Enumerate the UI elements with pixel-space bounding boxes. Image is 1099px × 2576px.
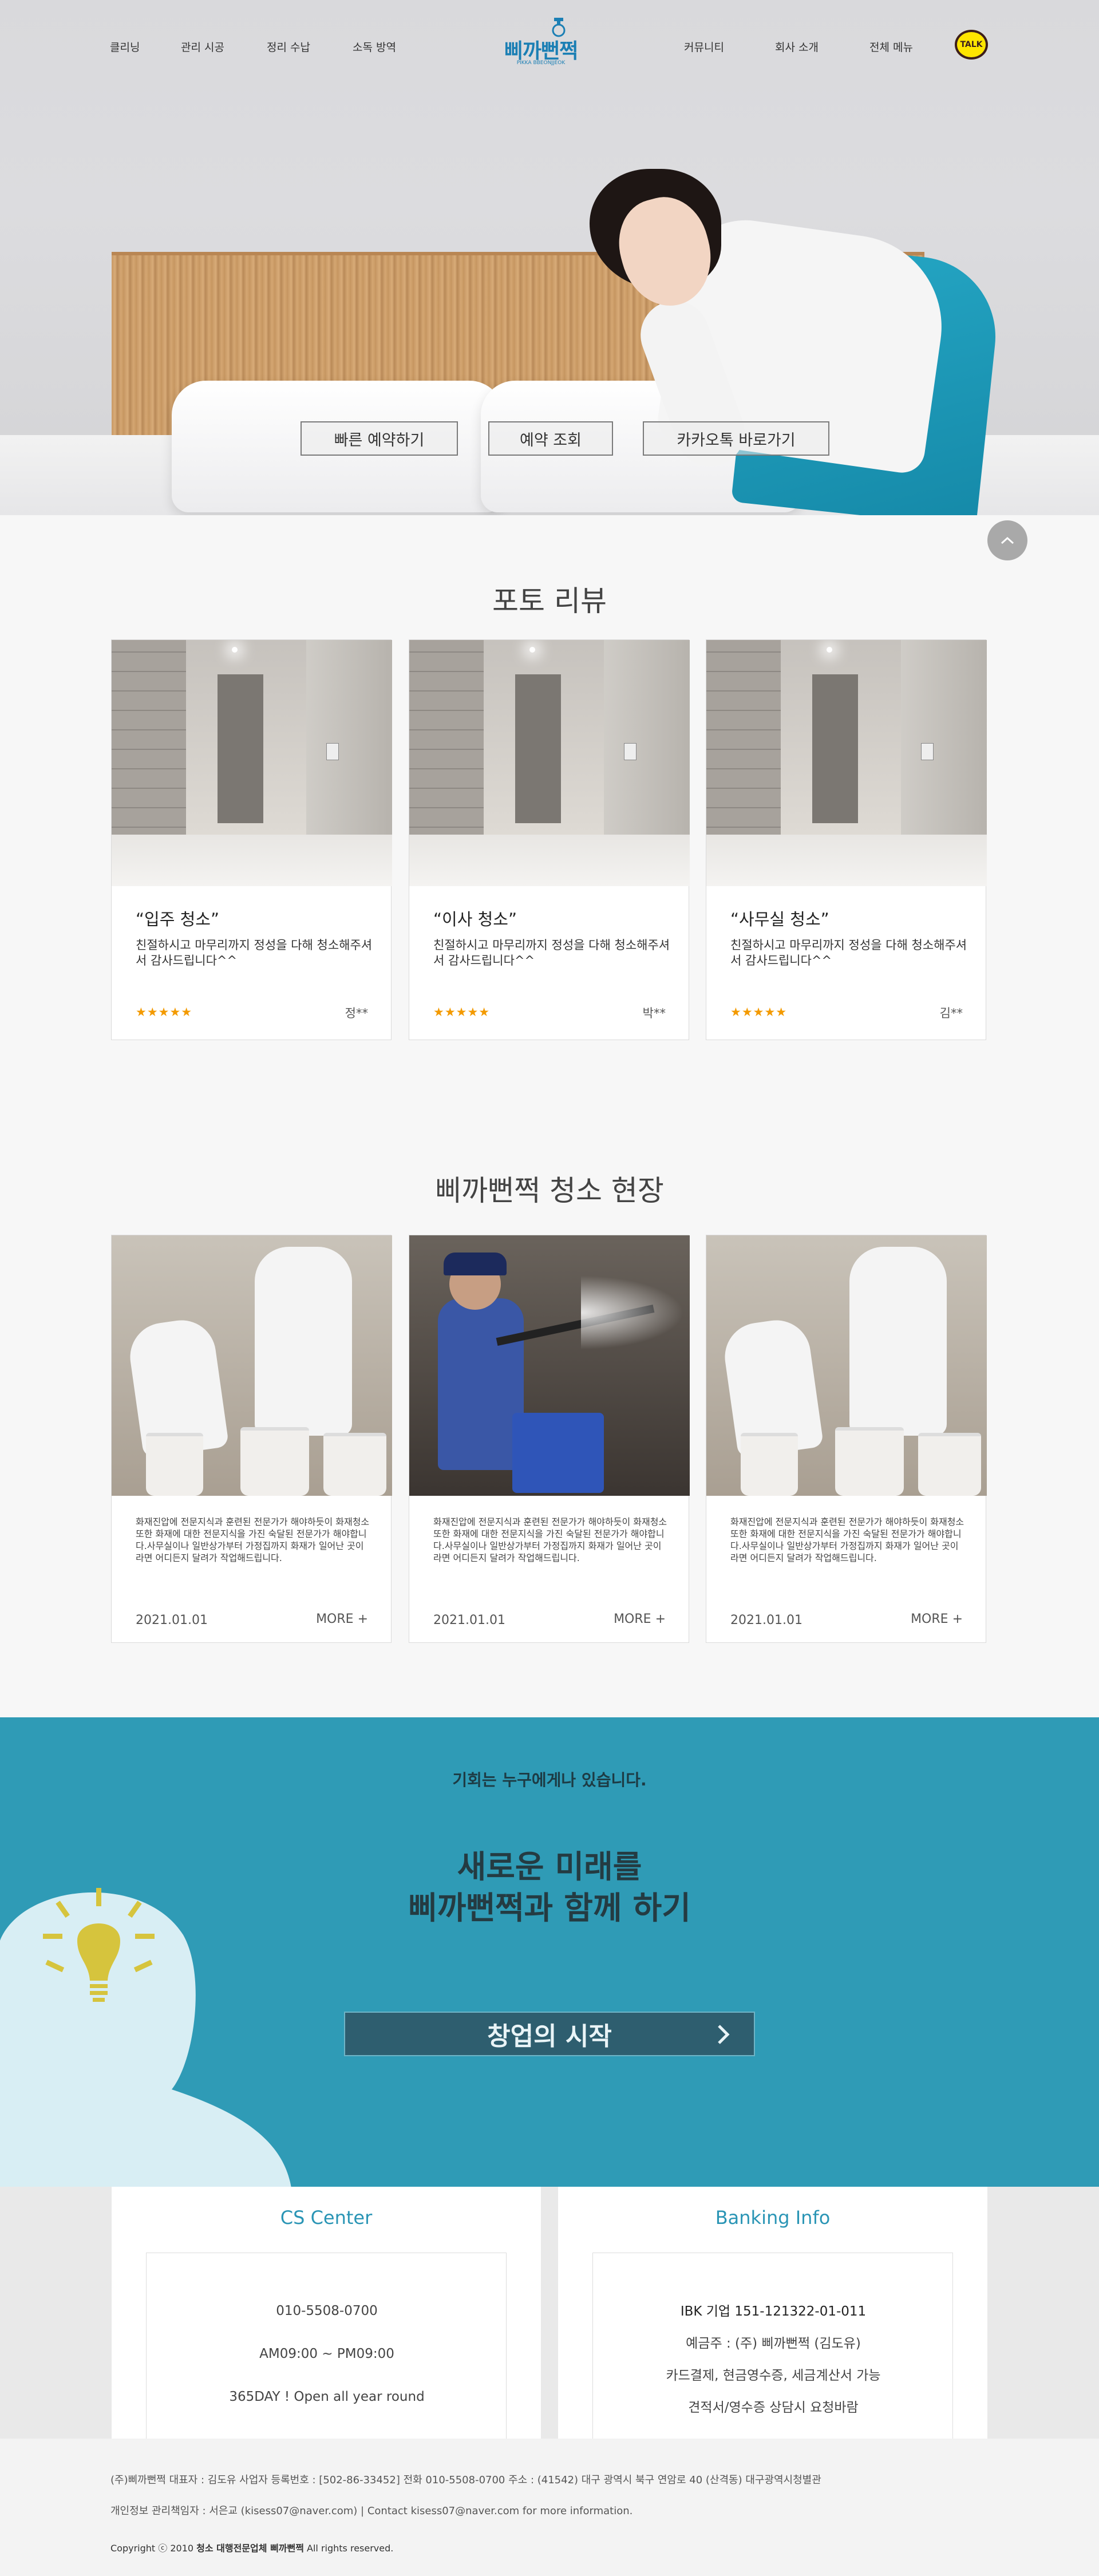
banner-subtitle: 기회는 누구에게나 있습니다.	[452, 1771, 647, 1789]
footer-copyright: Copyright ⓒ 2010 청소 대행전문업체 삐까뻔쩍 All righ…	[110, 2541, 393, 2554]
cs-days: 365DAY ! Open all year round	[229, 2389, 425, 2404]
banking-heading: Banking Info	[715, 2207, 831, 2229]
banner-title: 새로운 미래를 삐까뻔쩍과 함께 하기	[0, 1846, 1099, 1929]
cs-hours: AM09:00 ~ PM09:00	[259, 2346, 394, 2361]
banking-inner: IBK 기업 151-121322-01-011 예금주 : (주) 삐까뻔쩍 …	[592, 2253, 953, 2439]
franchise-banner: 기회는 누구에게나 있습니다. 새로운 미래를 삐까뻔쩍과 함께 하기 창업의 …	[0, 1717, 1099, 2187]
site-card[interactable]: 화재진압에 전문지식과 훈련된 전문가가 해야하듯이 화재청소 또한 화재에 대…	[111, 1235, 392, 1643]
cs-center-box: CS Center 010-5508-0700 AM09:00 ~ PM09:0…	[112, 2187, 541, 2439]
more-label: MORE	[614, 1612, 651, 1626]
copyright-suffix: All rights reserved.	[303, 2543, 394, 2554]
talk-label: TALK	[960, 40, 983, 49]
chevron-right-icon	[718, 2025, 730, 2044]
review-title: “이사 청소”	[433, 910, 517, 929]
more-link[interactable]: MORE +	[316, 1612, 368, 1626]
site-date: 2021.01.01	[433, 1613, 505, 1627]
bank-account: IBK 기업 151-121322-01-011	[680, 2304, 867, 2319]
bank-holder: 예금주 : (주) 삐까뻔쩍 (김도유)	[686, 2336, 861, 2351]
nav-item-about[interactable]: 회사 소개	[775, 39, 819, 54]
star-rating: ★★★★★	[433, 1005, 491, 1019]
nav-item-storage[interactable]: 정리 수납	[267, 39, 310, 54]
site-date: 2021.01.01	[136, 1613, 208, 1627]
more-label: MORE	[911, 1612, 948, 1626]
reviewer-name: 정**	[345, 1006, 368, 1020]
copyright-prefix: Copyright ⓒ 2010	[110, 2543, 197, 2554]
review-room-photo	[112, 640, 392, 886]
site-description: 화재진압에 전문지식과 훈련된 전문가가 해야하듯이 화재청소 또한 화재에 대…	[433, 1516, 667, 1563]
review-text: 친절하시고 마무리까지 정성을 다해 청소해주셔서 감사드립니다^^	[730, 938, 967, 967]
footer-company-info: (주)삐까뻔쩍 대표자 : 김도유 사업자 등록번호 : [502-86-334…	[110, 2474, 821, 2486]
bank-estimate-note: 견적서/영수증 상담시 요청바람	[688, 2400, 859, 2415]
review-title: “입주 청소”	[136, 910, 219, 929]
cs-center-inner: 010-5508-0700 AM09:00 ~ PM09:00 365DAY !…	[146, 2253, 507, 2439]
site-photo-disinfection	[112, 1235, 392, 1496]
photo-review-title: 포토 리뷰	[492, 584, 607, 618]
star-rating: ★★★★★	[136, 1005, 193, 1019]
reviewer-name: 김**	[939, 1006, 963, 1020]
nav-item-management[interactable]: 관리 시공	[181, 39, 224, 54]
nav-item-cleaning[interactable]: 클리닝	[110, 39, 140, 54]
startup-button-label: 창업의 시작	[487, 2022, 612, 2051]
site-logo[interactable]: 삐까뻔쩍 PIKKA BBEONJJEOK	[498, 14, 584, 66]
chevron-up-icon	[1001, 536, 1014, 544]
site-photo-disinfection	[706, 1235, 987, 1496]
star-rating: ★★★★★	[730, 1005, 788, 1019]
banner-title-line: 새로운 미래를	[457, 1848, 642, 1885]
reservation-check-button[interactable]: 예약 조회	[488, 421, 613, 456]
startup-button[interactable]: 창업의 시작	[344, 2012, 755, 2056]
more-link[interactable]: MORE +	[911, 1612, 963, 1626]
reviewer-name: 박**	[642, 1006, 666, 1020]
banner-title-line: 삐까뻔쩍과 함께 하기	[408, 1890, 691, 1926]
nav-item-community[interactable]: 커뮤니티	[684, 39, 724, 54]
plus-icon: +	[357, 1612, 368, 1626]
banking-info-box: Banking Info IBK 기업 151-121322-01-011 예금…	[558, 2187, 987, 2439]
top-navigation: 클리닝 관리 시공 정리 수납 소독 방역 삐까뻔쩍 PIKKA BBEONJJ…	[0, 0, 1099, 92]
bank-payment-methods: 카드결제, 현금영수증, 세금계산서 가능	[666, 2368, 881, 2383]
plus-icon: +	[952, 1612, 963, 1626]
review-text: 친절하시고 마무리까지 정성을 다해 청소해주셔서 감사드립니다^^	[433, 938, 670, 967]
more-link[interactable]: MORE +	[614, 1612, 666, 1626]
site-date: 2021.01.01	[730, 1613, 802, 1627]
nav-item-all-menu[interactable]: 전체 메뉴	[869, 39, 913, 54]
copyright-company: 청소 대행전문업체 삐까뻔쩍	[196, 2543, 304, 2554]
plus-icon: +	[655, 1612, 666, 1626]
site-card[interactable]: 화재진압에 전문지식과 훈련된 전문가가 해야하듯이 화재청소 또한 화재에 대…	[706, 1235, 987, 1643]
review-room-photo	[409, 640, 690, 886]
site-photo-fire-cleaning	[409, 1235, 690, 1496]
hero-section: 클리닝 관리 시공 정리 수납 소독 방역 삐까뻔쩍 PIKKA BBEONJJ…	[0, 0, 1099, 515]
nav-item-disinfection[interactable]: 소독 방역	[353, 39, 396, 54]
cs-phone[interactable]: 010-5508-0700	[147, 2304, 507, 2318]
review-room-photo	[706, 640, 987, 886]
footer-privacy-info: 개인정보 관리책임자 : 서은교 (kisess07@naver.com) | …	[110, 2505, 633, 2517]
site-card[interactable]: 화재진압에 전문지식과 훈련된 전문가가 해야하듯이 화재청소 또한 화재에 대…	[409, 1235, 690, 1643]
cs-center-heading: CS Center	[280, 2207, 373, 2229]
kakao-talk-button[interactable]: TALK	[955, 30, 988, 60]
review-card[interactable]: “이사 청소” 친절하시고 마무리까지 정성을 다해 청소해주셔서 감사드립니다…	[409, 639, 690, 1040]
site-description: 화재진압에 전문지식과 훈련된 전문가가 해야하듯이 화재청소 또한 화재에 대…	[136, 1516, 370, 1563]
review-text: 친절하시고 마무리까지 정성을 다해 청소해주셔서 감사드립니다^^	[136, 938, 373, 967]
logo-subtitle: PIKKA BBEONJJEOK	[516, 60, 566, 66]
quick-reservation-button[interactable]: 빠른 예약하기	[301, 421, 458, 456]
more-label: MORE	[316, 1612, 354, 1626]
review-title: “사무실 청소”	[730, 910, 829, 929]
site-description: 화재진압에 전문지식과 훈련된 전문가가 해야하듯이 화재청소 또한 화재에 대…	[730, 1516, 964, 1563]
site-footer: (주)삐까뻔쩍 대표자 : 김도유 사업자 등록번호 : [502-86-334…	[0, 2439, 1099, 2576]
review-card[interactable]: “입주 청소” 친절하시고 마무리까지 정성을 다해 청소해주셔서 감사드립니다…	[111, 639, 392, 1040]
scroll-to-top-button[interactable]	[987, 520, 1027, 560]
kakaotalk-link-button[interactable]: 카카오톡 바로가기	[643, 421, 829, 456]
sites-title: 삐까뻔쩍 청소 현장	[435, 1174, 664, 1207]
review-card[interactable]: “사무실 청소” 친절하시고 마무리까지 정성을 다해 청소해주셔서 감사드립니…	[706, 639, 987, 1040]
